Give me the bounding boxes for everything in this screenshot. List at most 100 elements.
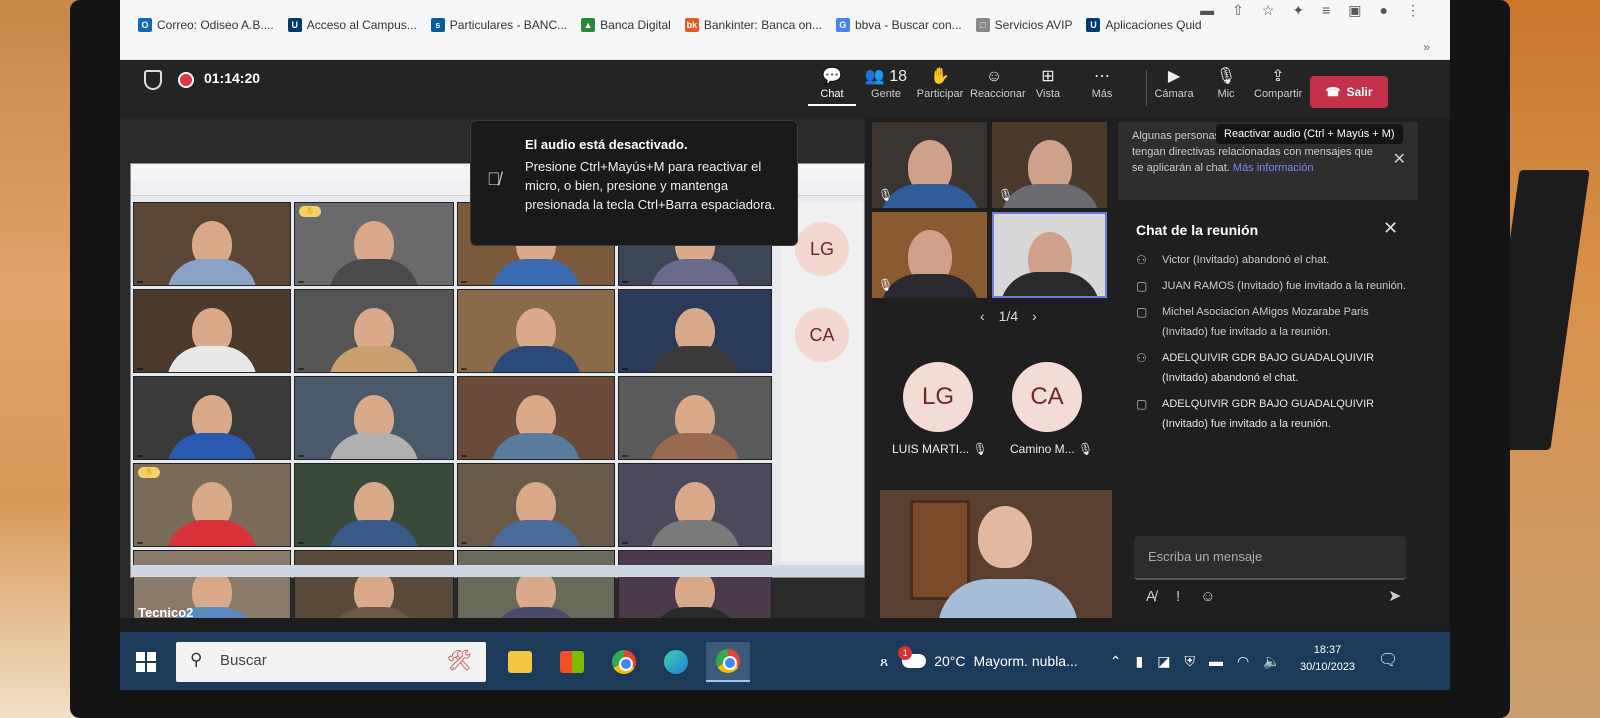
participant-body [650, 259, 740, 285]
message-input[interactable]: Escriba un mensaje [1134, 536, 1406, 580]
toolbar-more-button[interactable]: ⋯ Más [1078, 66, 1126, 106]
toolbar-label: Más [1091, 88, 1113, 100]
unmute-tooltip: Reactivar audio (Ctrl + Mayús + M) [1216, 124, 1403, 144]
tile-caption [622, 542, 628, 544]
reading-list-icon[interactable]: ≡ [1322, 2, 1330, 19]
wifi-icon[interactable]: ◠ [1237, 653, 1249, 670]
close-icon[interactable]: ✕ [1393, 152, 1406, 168]
bookmark-item[interactable]: U Aplicaciones Quid [1086, 18, 1202, 32]
notifications-icon[interactable]: 🗨 [1378, 650, 1398, 670]
shared-taskbar [131, 565, 864, 577]
toolbar-label: Participar [916, 88, 964, 100]
bookmarks-bar: ▬ ⇧ ☆ ✦ ≡ ▣ ● ⋮ O Correo: Odiseo A.B.... U… [120, 0, 1450, 60]
toolbar-chat-button[interactable]: 💬 Chat [808, 66, 856, 106]
bookmark-item[interactable]: □ Servicios AVIP [975, 18, 1072, 32]
shared-video-tile [618, 376, 772, 460]
share-icon: ⇪ [1271, 68, 1285, 85]
chrome-icon [716, 649, 740, 673]
toolbar-mic-off-button[interactable]: 🎙 Mic [1202, 66, 1250, 100]
tile-caption [137, 455, 143, 457]
bookmark-item[interactable]: bk Bankinter: Banca on... [684, 18, 822, 32]
important-icon[interactable]: ! [1176, 588, 1180, 605]
bookmark-item[interactable]: Gbbva - Buscar con... [835, 18, 962, 32]
store-app[interactable] [550, 642, 594, 682]
taskbar-clock[interactable]: 18:37 30/10/2023 [1300, 642, 1355, 676]
toolbar-camera-button[interactable]: ▶ Cámara [1150, 66, 1198, 100]
file-explorer-app[interactable] [498, 642, 542, 682]
more-info-link[interactable]: Más información [1233, 162, 1314, 174]
video-tile[interactable]: 🎙 [872, 122, 987, 208]
participant-body [491, 346, 581, 372]
participant-body [650, 433, 740, 459]
toolbar-label: Chat [820, 88, 844, 100]
chrome-icon [612, 650, 636, 674]
taskbar-search[interactable]: ⚲ Buscar 🛠 [176, 642, 486, 682]
profile-icon[interactable]: ● [1380, 2, 1388, 19]
volume-icon[interactable]: 🔈 [1263, 653, 1280, 670]
battery-icon[interactable]: ▬ [1209, 653, 1223, 669]
bookshelf [910, 500, 970, 600]
chat-message-text: Victor (Invitado) abandonó el chat. [1162, 254, 1330, 266]
send-icon[interactable]: ➤ [1388, 586, 1401, 606]
toolbar-items: 💬 Chat 👥 18 Gente ✋ Participar ☺ Reaccionar ⊞ Vis… [808, 66, 1161, 106]
folder-icon [508, 651, 532, 673]
weather-widget[interactable]: 1 20°C Mayorm. nubla... [898, 646, 1078, 669]
chat-message-text: ADELQUIVIR GDR BAJO GUADALQUIVIR (Invita… [1162, 398, 1375, 430]
bookmark-item[interactable]: s Particulares - BANC... [430, 18, 567, 32]
toolbar-view-button[interactable]: ⊞ Vista [1024, 66, 1072, 106]
toolbar-share-button[interactable]: ⇪ Compartir [1254, 66, 1302, 100]
video-tile[interactable]: 🎙 [872, 212, 987, 298]
defender-icon[interactable]: ⛨ [1184, 653, 1195, 670]
bookmark-item[interactable]: U Acceso al Campus... [287, 18, 417, 32]
toolbar-device-items: ▶ Cámara 🎙 Mic ⇪ Compartir [1150, 66, 1302, 100]
toolbar-emoji-button[interactable]: ☺ Reaccionar [970, 66, 1026, 106]
chrome-app[interactable] [602, 642, 646, 682]
format-icon[interactable]: A̸ [1146, 588, 1156, 605]
self-view-video[interactable] [880, 490, 1112, 625]
windows-start-icon[interactable] [136, 652, 156, 672]
sidepanel-icon[interactable]: ▣ [1348, 2, 1361, 19]
toolbar-people-button[interactable]: 👥 18 Gente [862, 66, 910, 106]
share-page-icon[interactable]: ⇧ [1232, 2, 1244, 19]
participant-body [650, 346, 740, 372]
chat-icon: 💬 [822, 68, 842, 85]
participant-body [999, 184, 1100, 208]
toolbar-raise-hand-button[interactable]: ✋ Participar [916, 66, 964, 106]
video-tile[interactable]: 🎙 [992, 122, 1107, 208]
close-icon[interactable]: ✕ [1383, 218, 1398, 239]
chrome-app-active[interactable] [706, 642, 750, 682]
chevron-left-icon[interactable]: ‹ [980, 308, 985, 324]
shared-avatar: LG [795, 222, 849, 276]
avatar[interactable]: LG [903, 362, 973, 432]
chevron-up-icon[interactable]: ⌃ [1110, 653, 1122, 670]
usb-icon[interactable]: ▮ [1136, 653, 1144, 670]
mic-off-icon: 🎙 [878, 188, 894, 202]
participant-body [329, 433, 419, 459]
shared-video-tile [294, 463, 454, 547]
bookmark-item[interactable]: O Correo: Odiseo A.B.... [138, 18, 274, 32]
leave-button[interactable]: ☎ Salir [1310, 76, 1388, 108]
extensions-icon[interactable]: ✦ [1292, 2, 1304, 19]
people-tray-icon[interactable]: ጸ [880, 653, 888, 670]
page-indicator: 1/4 [998, 308, 1019, 324]
chat-message-text: ADELQUIVIR GDR BAJO GUADALQUIVIR (Invita… [1162, 352, 1375, 384]
participant-body [879, 274, 980, 298]
chat-title: Chat de la reunión [1136, 222, 1259, 238]
shield-icon[interactable] [144, 70, 162, 90]
toolbar-divider [1146, 70, 1147, 106]
mic-off-icon: 🎙 [972, 442, 988, 456]
star-icon[interactable]: ☆ [1262, 2, 1275, 19]
chevron-right-icon[interactable]: › [1032, 308, 1037, 324]
extension-icon[interactable]: ▬ [1200, 2, 1214, 19]
bookmarks-more-button[interactable]: » [1423, 40, 1430, 54]
avatar[interactable]: CA [1012, 362, 1082, 432]
tile-caption [461, 455, 467, 457]
edge-app[interactable] [654, 642, 698, 682]
emoji-icon[interactable]: ☺ [1200, 588, 1215, 605]
view-icon: ⊞ [1041, 68, 1055, 85]
bookmark-item[interactable]: ▲ Banca Digital [581, 18, 671, 32]
video-tile-speaking[interactable] [992, 212, 1107, 298]
monitor-screen: ▬ ⇧ ☆ ✦ ≡ ▣ ● ⋮ O Correo: Odiseo A.B.... U… [120, 0, 1450, 690]
app-tray-icon[interactable]: ◪ [1157, 653, 1170, 670]
menu-icon[interactable]: ⋮ [1406, 2, 1420, 19]
